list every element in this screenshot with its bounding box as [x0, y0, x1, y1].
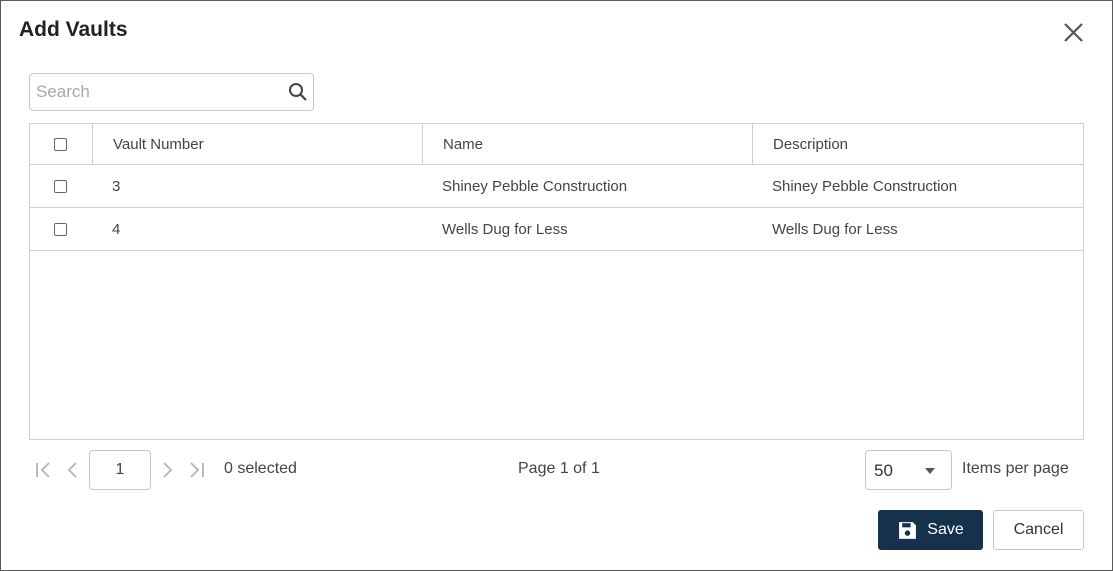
vaults-table: Vault Number Name Description 3 Shiney P… — [29, 123, 1084, 440]
search-input[interactable] — [30, 74, 286, 110]
close-icon — [1064, 23, 1083, 42]
save-button[interactable]: Save — [878, 510, 983, 550]
selected-count: 0 selected — [224, 460, 297, 477]
description-cell: Shiney Pebble Construction — [772, 177, 958, 195]
row-checkbox[interactable] — [53, 179, 67, 193]
first-page-icon[interactable] — [34, 460, 54, 480]
column-header-description[interactable]: Description — [752, 124, 1083, 164]
table-header: Vault Number Name Description — [30, 124, 1083, 165]
table-row[interactable]: 3 Shiney Pebble Construction Shiney Pebb… — [30, 165, 1083, 208]
save-icon — [899, 521, 917, 539]
items-per-page-value: 50 — [874, 461, 893, 480]
last-page-icon[interactable] — [186, 460, 206, 480]
items-per-page-label: Items per page — [962, 460, 1069, 477]
column-header-name[interactable]: Name — [422, 124, 752, 164]
chevron-down-icon — [925, 468, 935, 474]
page-number-input[interactable]: 1 — [89, 450, 151, 490]
dialog-title: Add Vaults — [19, 18, 128, 41]
select-all-checkbox[interactable] — [53, 137, 67, 151]
name-cell: Shiney Pebble Construction — [442, 177, 628, 195]
vault-number-cell: 4 — [112, 220, 121, 238]
row-checkbox[interactable] — [53, 222, 67, 236]
next-page-icon[interactable] — [157, 460, 177, 480]
column-header-vault-number[interactable]: Vault Number — [92, 124, 422, 164]
close-button[interactable] — [1061, 20, 1087, 46]
save-button-label: Save — [927, 521, 964, 538]
add-vaults-dialog: Add Vaults Vault Number Name Description… — [0, 0, 1113, 571]
table-row[interactable]: 4 Wells Dug for Less Wells Dug for Less — [30, 208, 1083, 251]
cancel-button[interactable]: Cancel — [993, 510, 1084, 550]
search-icon[interactable] — [288, 82, 308, 102]
page-info: Page 1 of 1 — [518, 460, 600, 477]
vault-number-cell: 3 — [112, 177, 121, 195]
search-box — [29, 73, 314, 111]
description-cell: Wells Dug for Less — [772, 220, 898, 238]
items-per-page-select[interactable]: 50 — [865, 450, 952, 490]
name-cell: Wells Dug for Less — [442, 220, 568, 238]
previous-page-icon[interactable] — [63, 460, 83, 480]
